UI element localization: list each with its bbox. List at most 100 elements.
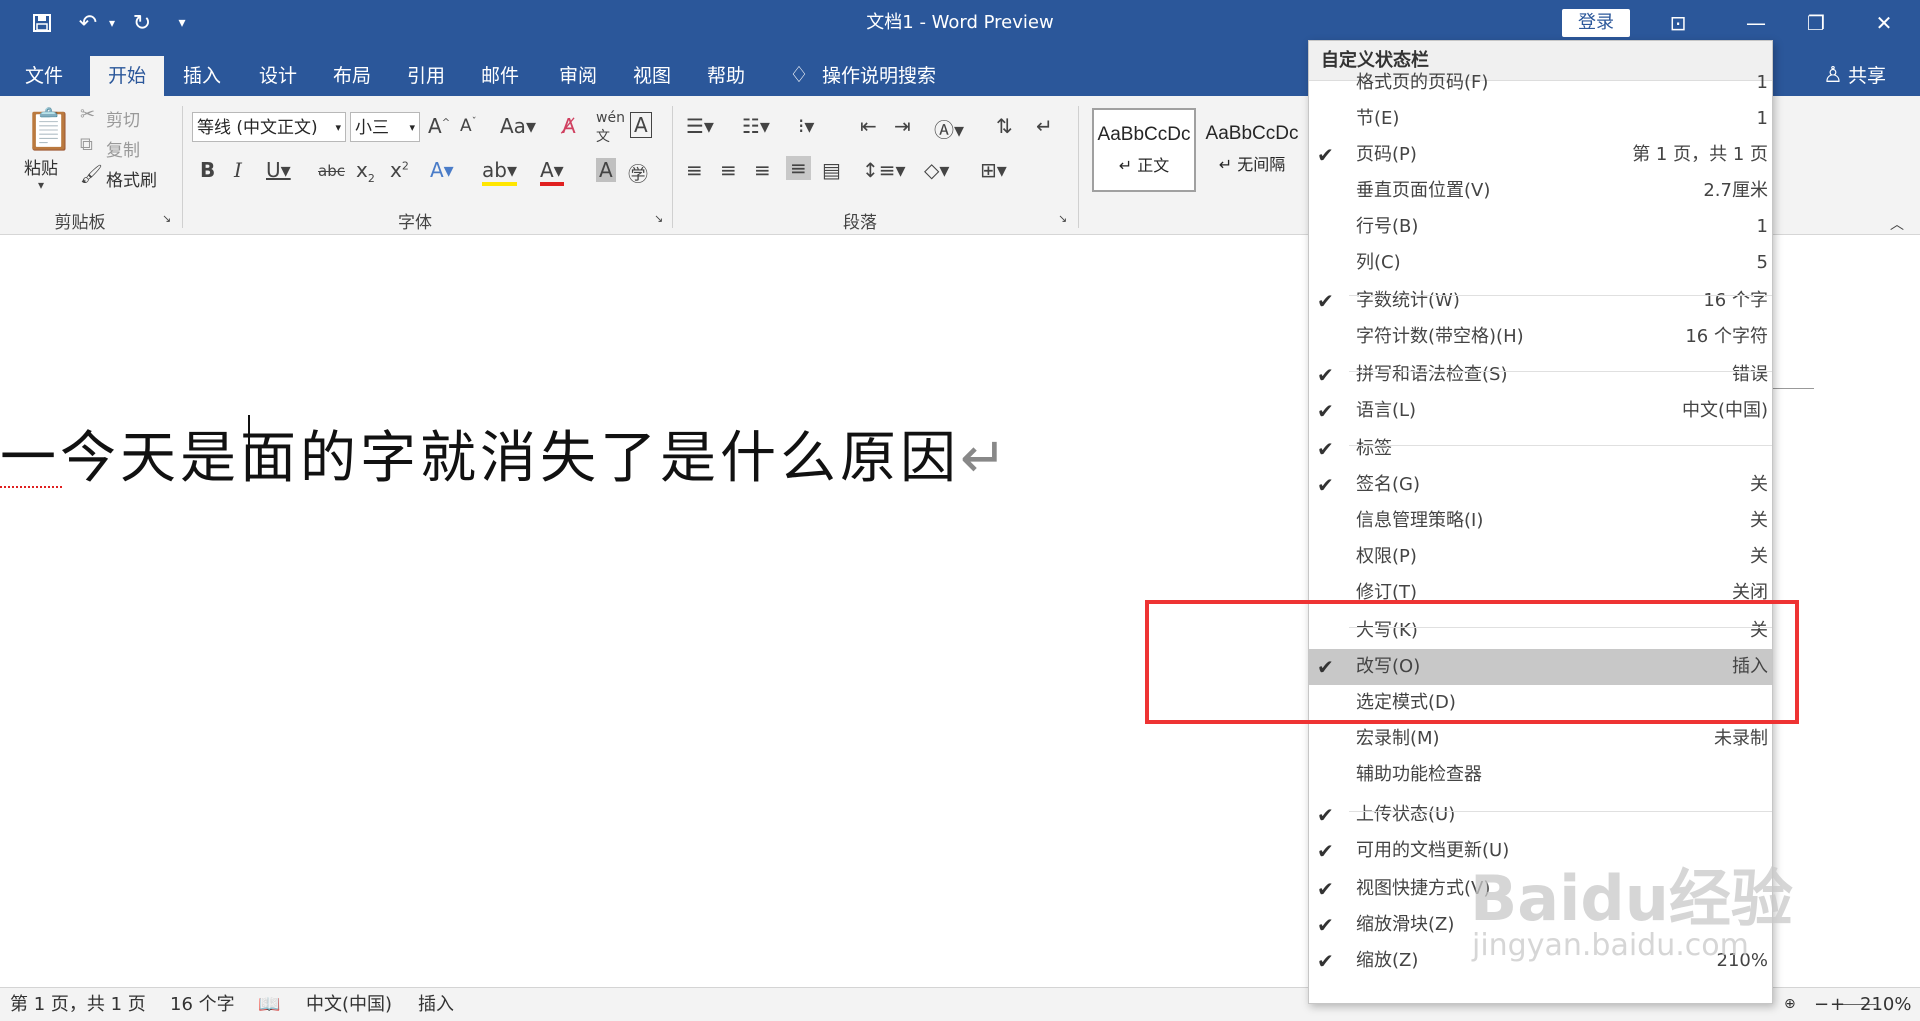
grow-font-icon[interactable]: A^: [428, 114, 450, 138]
format-painter-icon: 🖌: [80, 164, 103, 185]
shading-icon[interactable]: ◇▾: [924, 158, 949, 182]
justify-icon[interactable]: ≡: [786, 156, 811, 180]
menu-item-label: 辅助功能检查器: [1356, 764, 1482, 785]
align-center-icon[interactable]: ≡: [720, 158, 737, 182]
character-shading-icon[interactable]: A: [596, 158, 616, 182]
tab-home[interactable]: 开始: [90, 56, 164, 96]
distributed-icon[interactable]: ▤: [822, 158, 841, 182]
zoom-level[interactable]: 210%: [1860, 988, 1911, 1021]
menu-item[interactable]: 字符计数(带空格)(H) 16 个字符: [1309, 319, 1772, 355]
numbering-icon[interactable]: ☷▾: [742, 114, 770, 138]
tab-review[interactable]: 审阅: [546, 56, 610, 96]
menu-item-label: 页码(P): [1356, 144, 1417, 165]
line-spacing-icon[interactable]: ↕≡▾: [862, 158, 906, 182]
style-normal[interactable]: AaBbCcDc ↵ 正文: [1092, 108, 1196, 192]
font-size-combo[interactable]: 小三 ▾: [350, 112, 420, 142]
align-left-icon[interactable]: ≡: [686, 158, 703, 182]
character-border-icon[interactable]: A: [630, 112, 652, 138]
close-icon[interactable]: ✕: [1854, 0, 1914, 46]
proofing-icon[interactable]: 📖: [258, 988, 280, 1021]
menu-item[interactable]: 辅助功能检查器: [1309, 757, 1772, 793]
tab-mailings[interactable]: 邮件: [468, 56, 532, 96]
style-name: ↵ 正文: [1118, 156, 1170, 175]
status-page[interactable]: 第 1 页，共 1 页: [10, 988, 146, 1021]
enclose-characters-icon[interactable]: ㊫: [628, 158, 648, 187]
checkmark-icon: ✔: [1317, 289, 1334, 313]
bullets-icon[interactable]: ☰▾: [686, 114, 714, 138]
menu-item-label: 字数统计(W): [1356, 290, 1460, 311]
status-words[interactable]: 16 个字: [170, 988, 235, 1021]
login-button[interactable]: 登录: [1562, 9, 1630, 37]
menu-item[interactable]: 行号(B) 1: [1309, 209, 1772, 245]
change-case-icon[interactable]: Aa▾: [500, 114, 536, 138]
font-launcher-icon[interactable]: ↘: [654, 212, 663, 225]
checkmark-icon: ✔: [1317, 913, 1334, 937]
zoom-out-button[interactable]: −: [1814, 988, 1829, 1021]
clipboard-launcher-icon[interactable]: ↘: [162, 212, 171, 225]
align-right-icon[interactable]: ≡: [754, 158, 771, 182]
subscript-icon[interactable]: x2: [356, 158, 375, 185]
paragraph-launcher-icon[interactable]: ↘: [1058, 212, 1067, 225]
increase-indent-icon[interactable]: ⇥: [894, 114, 911, 138]
menu-item[interactable]: ✔ 拼写和语法检查(S) 错误: [1309, 357, 1772, 393]
tell-me-search[interactable]: 操作说明搜索: [822, 56, 942, 96]
menu-item[interactable]: 宏录制(M) 未录制: [1309, 721, 1772, 757]
status-insert-mode[interactable]: 插入: [418, 988, 454, 1021]
menu-item[interactable]: ✔ 标签: [1309, 431, 1772, 467]
cut-button[interactable]: 剪切: [106, 106, 140, 131]
menu-item[interactable]: 列(C) 5: [1309, 245, 1772, 281]
status-language[interactable]: 中文(中国): [306, 988, 392, 1021]
font-name-combo[interactable]: 等线 (中文正文) ▾: [192, 112, 346, 142]
underline-icon[interactable]: U▾: [266, 158, 291, 182]
zoom-in-button[interactable]: +: [1830, 988, 1845, 1021]
copy-icon: ⧉: [80, 134, 93, 155]
paste-icon[interactable]: 📋: [24, 106, 74, 153]
restore-icon[interactable]: ❐: [1786, 0, 1846, 46]
paste-dropdown-icon[interactable]: ▾: [38, 178, 44, 192]
sort-icon[interactable]: ⇅: [996, 114, 1013, 138]
document-body[interactable]: 一今天是面的字就消失了是什么原因↵: [0, 413, 1011, 494]
tab-layout[interactable]: 布局: [320, 56, 384, 96]
tab-design[interactable]: 设计: [246, 56, 310, 96]
phonetic-guide-icon[interactable]: wén 文: [596, 110, 625, 146]
menu-item[interactable]: 垂直页面位置(V) 2.7厘米: [1309, 173, 1772, 209]
menu-item[interactable]: ✔ 页码(P) 第 1 页，共 1 页: [1309, 137, 1772, 173]
menu-item[interactable]: 信息管理策略(I) 关: [1309, 503, 1772, 539]
checkmark-icon: ✔: [1317, 143, 1334, 167]
font-color-icon[interactable]: A▾: [540, 158, 564, 186]
menu-item[interactable]: ✔ 语言(L) 中文(中国): [1309, 393, 1772, 429]
menu-item[interactable]: ✔ 字数统计(W) 16 个字: [1309, 283, 1772, 319]
borders-icon[interactable]: ⊞▾: [980, 158, 1007, 182]
share-button[interactable]: 共享: [1848, 56, 1896, 96]
tab-help[interactable]: 帮助: [694, 56, 758, 96]
copy-button[interactable]: 复制: [106, 136, 140, 161]
menu-item[interactable]: ✔ 上传状态(U): [1309, 797, 1772, 833]
italic-icon[interactable]: I: [234, 158, 242, 182]
highlight-icon[interactable]: ab▾: [482, 158, 517, 186]
shrink-font-icon[interactable]: Aˇ: [460, 116, 477, 136]
bold-icon[interactable]: B: [200, 158, 215, 182]
collapse-ribbon-icon[interactable]: ︿: [1890, 214, 1904, 234]
strikethrough-icon[interactable]: abc: [318, 162, 345, 180]
menu-item[interactable]: 权限(P) 关: [1309, 539, 1772, 575]
paste-button[interactable]: 粘贴: [24, 154, 58, 179]
text-effects-icon[interactable]: A▾: [430, 158, 454, 182]
format-painter-button[interactable]: 格式刷: [106, 166, 157, 191]
tab-file[interactable]: 文件: [14, 56, 74, 96]
show-marks-icon[interactable]: ↵: [1036, 114, 1053, 138]
tab-references[interactable]: 引用: [394, 56, 458, 96]
decrease-indent-icon[interactable]: ⇤: [860, 114, 877, 138]
superscript-icon[interactable]: x2: [390, 158, 409, 182]
menu-item-value: 2.7厘米: [1703, 180, 1768, 201]
menu-item[interactable]: 格式页的页码(F) 1: [1309, 65, 1772, 101]
clear-formatting-icon[interactable]: A̸: [562, 114, 576, 138]
tab-view[interactable]: 视图: [620, 56, 684, 96]
multilevel-list-icon[interactable]: ⁝▾: [798, 114, 814, 138]
menu-item[interactable]: ✔ 签名(G) 关: [1309, 467, 1772, 503]
asian-layout-icon[interactable]: Ⓐ▾: [934, 114, 964, 143]
tab-insert[interactable]: 插入: [170, 56, 234, 96]
menu-item[interactable]: 节(E) 1: [1309, 101, 1772, 137]
menu-item-label: 信息管理策略(I): [1356, 510, 1484, 531]
web-layout-icon[interactable]: ⊕: [1784, 988, 1796, 1021]
style-no-spacing[interactable]: AaBbCcDc ↵ 无间隔: [1200, 108, 1304, 192]
